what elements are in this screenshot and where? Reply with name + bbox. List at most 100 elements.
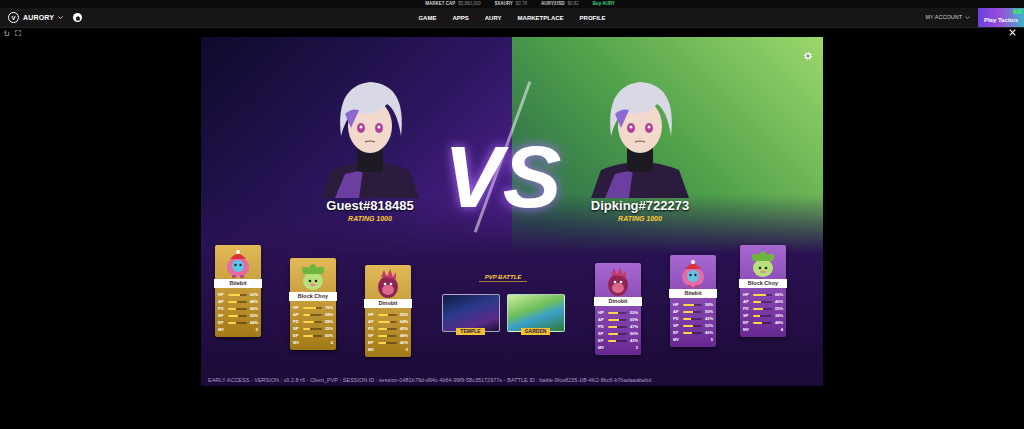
creature-icon <box>368 265 408 299</box>
close-icon[interactable] <box>1009 29 1016 36</box>
creature-card[interactable]: BitebitHP58%AP50%PD42%SP52%EP46%MV5 <box>670 255 716 347</box>
stat-value: 50% <box>324 334 333 338</box>
stat-row: SP38% <box>743 312 783 319</box>
stat-row: PD40% <box>218 305 258 312</box>
game-frame[interactable]: VSGuest#818485RATING 1000Dipking#722273R… <box>201 37 823 386</box>
map-option[interactable]: GARDEN <box>507 294 565 335</box>
ticker-label: $XAURY <box>495 2 513 7</box>
stat-track <box>753 308 772 310</box>
map-option[interactable]: TEMPLE <box>442 294 500 335</box>
maps: TEMPLEGARDEN <box>442 294 565 335</box>
stat-value: 48% <box>399 334 408 338</box>
stat-track <box>683 311 702 313</box>
stat-row: SP35% <box>293 325 333 332</box>
toolbar-left <box>4 30 21 36</box>
stat-value: 42% <box>629 339 638 343</box>
stat-label: EP <box>598 339 606 343</box>
stat-row: EP46% <box>673 329 713 336</box>
stat-label: MV <box>598 346 606 350</box>
stat-row: AP64% <box>368 318 408 325</box>
stat-track <box>753 301 772 303</box>
stat-label: SP <box>218 314 226 318</box>
fullscreen-icon[interactable] <box>15 30 21 36</box>
stat-fill <box>378 335 387 337</box>
stat-label: AP <box>598 318 606 322</box>
nav-link[interactable]: APPS <box>452 15 468 21</box>
top-nav: V AURORY GAME APPS AURY MARKETPLACE PROFILE MY … <box>0 8 1024 28</box>
stat-track <box>378 342 397 344</box>
stat-label: MV <box>218 328 226 332</box>
ticker-value: $0.78 <box>516 2 527 7</box>
stat-track <box>683 325 702 327</box>
stat-label: HP <box>673 303 681 307</box>
stat-row: EP 42% <box>598 337 638 344</box>
nav-link[interactable]: MARKETPLACE <box>518 15 564 21</box>
home-icon[interactable] <box>73 13 82 22</box>
back-icon[interactable] <box>4 30 10 36</box>
account-menu[interactable]: MY ACCOUNT <box>925 15 970 21</box>
stat-value: 35% <box>324 327 333 331</box>
creature-card[interactable]: DinobitHP52%AP60%PD47%SP50%EP42%MV5 <box>595 263 641 355</box>
stat-row: AP48% <box>218 298 258 305</box>
stat-fill <box>228 301 237 303</box>
stat-fill <box>378 314 388 316</box>
stat-label: SP <box>673 324 681 328</box>
stat-label: PD <box>293 320 301 324</box>
stat-track <box>608 319 627 321</box>
creature-card[interactable]: Block ChoyHP70%AP38%PD58%SP35%EP50%MV4 <box>290 258 336 350</box>
map-thumbnail[interactable] <box>442 294 500 332</box>
stat-row: HP52% <box>598 309 638 316</box>
creature-name: Block Choy <box>298 293 328 300</box>
stat-row: MV5 <box>218 326 258 333</box>
stat-track <box>303 314 322 316</box>
stat-label: AP <box>218 300 226 304</box>
stat-label: MV <box>743 328 751 332</box>
creature-name: Dinobit <box>379 300 398 307</box>
stat-fill <box>303 307 316 309</box>
creature-card[interactable]: DinobitHP55%AP64%PD45%SP48%EP40%MV5 <box>365 265 411 357</box>
stat-row: PD42% <box>673 315 713 322</box>
stat-value: 62% <box>249 293 258 297</box>
ticker-value: $0.82 <box>567 2 578 7</box>
logo[interactable]: V <box>8 12 19 23</box>
creature-card[interactable]: BitebitHP62%AP48%PD40%SP55%EP44%MV5 <box>215 245 261 337</box>
ticker-value: $5,860,000 <box>458 2 481 7</box>
stat-fill <box>753 308 763 310</box>
buy-link[interactable]: Buy AURY <box>593 2 615 7</box>
brand[interactable]: V AURORY <box>0 12 418 23</box>
stat-label: PD <box>368 327 376 331</box>
stat-value: 52% <box>704 324 713 328</box>
stat-fill <box>303 314 310 316</box>
stat-label: AP <box>293 313 301 317</box>
stat-value: 50% <box>704 310 713 314</box>
stat-track <box>753 294 772 296</box>
nav-link[interactable]: AURY <box>485 15 502 21</box>
play-label[interactable]: Play Tactics <box>984 17 1018 23</box>
app: MARKET CAP$5,860,000$XAURY$0.78AURY/USD$… <box>0 0 1024 429</box>
nav-link[interactable]: GAME <box>418 15 436 21</box>
map-thumbnail[interactable] <box>507 294 565 332</box>
creature-icon <box>293 258 333 292</box>
stat-track <box>228 308 247 310</box>
stat-track <box>378 335 397 337</box>
caret-icon[interactable] <box>58 15 63 20</box>
stat-track <box>753 322 772 324</box>
account-label[interactable]: MY ACCOUNT <box>925 15 962 21</box>
chevron-icon[interactable] <box>965 15 970 20</box>
stat-label: HP <box>368 313 376 317</box>
stat-row: AP40% <box>743 298 783 305</box>
name-ribbon: Bitebit <box>669 289 717 298</box>
stat-row: SP 52% <box>673 322 713 329</box>
gear-icon[interactable] <box>803 51 813 61</box>
play-button[interactable]: Play Tactics60 <box>978 8 1024 27</box>
stat-fill <box>303 335 313 337</box>
stat-value: 64% <box>399 320 408 324</box>
stat-fill <box>228 322 236 324</box>
stat-track <box>608 326 627 328</box>
creature-card[interactable]: Block ChoyHP66%AP40%PD55%SP38%EP48%MV4 <box>740 245 786 337</box>
nav-link[interactable]: PROFILE <box>580 15 606 21</box>
name-ribbon: Dinobit <box>594 297 642 306</box>
player-name: Dipking#722273 <box>591 198 689 214</box>
brand-name[interactable]: AURORY <box>23 14 54 21</box>
stat-track <box>753 315 772 317</box>
